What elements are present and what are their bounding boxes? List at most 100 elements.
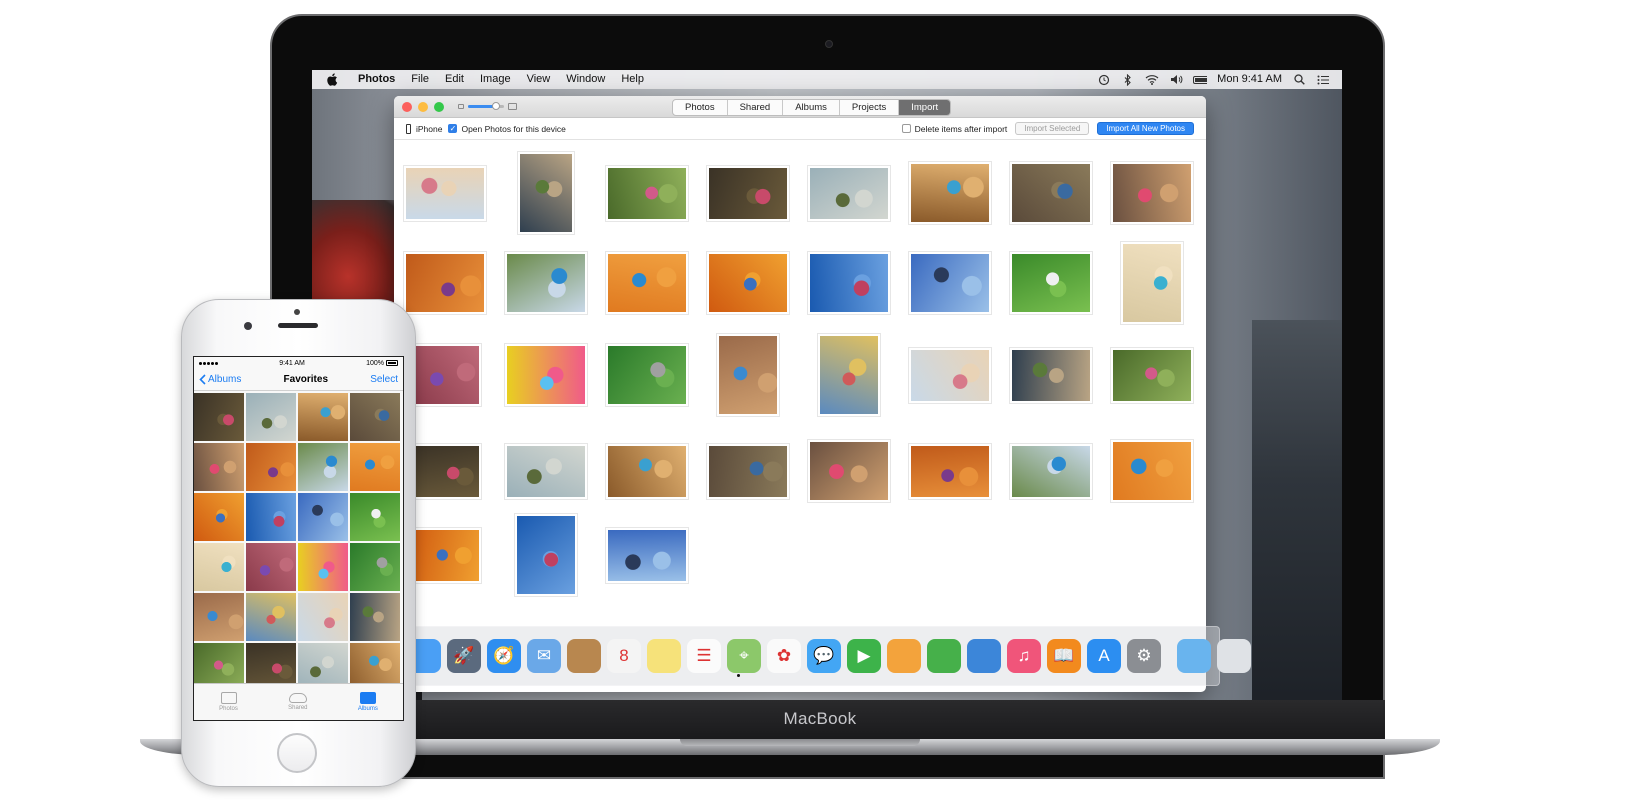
reminders-icon[interactable]: ☰: [687, 639, 721, 673]
home-button[interactable]: [277, 733, 317, 773]
import-thumbnail[interactable]: [409, 527, 481, 583]
favorite-thumbnail[interactable]: [246, 393, 296, 441]
import-thumbnail[interactable]: [505, 443, 587, 499]
import-thumbnail[interactable]: [404, 165, 486, 221]
favorite-thumbnail[interactable]: [194, 643, 244, 685]
import-thumbnail[interactable]: [606, 344, 688, 406]
favorite-thumbnail[interactable]: [298, 443, 348, 491]
import-thumbnail[interactable]: [909, 162, 991, 224]
apple-menu-icon[interactable]: [324, 73, 340, 87]
tab-albums[interactable]: Albums: [783, 100, 840, 115]
keynote-icon[interactable]: [967, 639, 1001, 673]
system-preferences-icon[interactable]: ⚙: [1127, 639, 1161, 673]
delete-after-option[interactable]: Delete items after import: [901, 124, 1007, 134]
import-thumbnail[interactable]: [1010, 443, 1092, 499]
notification-center-icon[interactable]: [1316, 74, 1330, 86]
favorite-thumbnail[interactable]: [350, 593, 400, 641]
menu-file[interactable]: File: [403, 70, 437, 89]
favorite-thumbnail[interactable]: [194, 493, 244, 541]
itunes-icon[interactable]: ♫: [1007, 639, 1041, 673]
open-photos-option[interactable]: ✓ Open Photos for this device: [448, 124, 566, 134]
wifi-icon[interactable]: [1145, 74, 1159, 86]
import-thumbnail[interactable]: [515, 514, 577, 596]
import-thumbnail[interactable]: [707, 165, 789, 221]
time-machine-icon[interactable]: [1097, 74, 1111, 86]
menu-image[interactable]: Image: [472, 70, 519, 89]
import-thumbnail[interactable]: [404, 252, 486, 314]
open-photos-checkbox[interactable]: ✓: [448, 124, 458, 133]
favorite-thumbnail[interactable]: [298, 643, 348, 685]
tab-albums[interactable]: Albums: [358, 692, 378, 712]
import-thumbnail[interactable]: [808, 165, 890, 221]
battery-icon[interactable]: [1193, 74, 1208, 86]
menu-view[interactable]: View: [519, 70, 559, 89]
favorite-thumbnail[interactable]: [246, 493, 296, 541]
favorite-thumbnail[interactable]: [246, 593, 296, 641]
tab-projects[interactable]: Projects: [840, 100, 900, 115]
favorite-thumbnail[interactable]: [194, 443, 244, 491]
import-thumbnail[interactable]: [808, 252, 890, 314]
close-button[interactable]: [402, 101, 412, 112]
import-thumbnail[interactable]: [1010, 162, 1092, 224]
photos-icon[interactable]: ✿: [767, 639, 801, 673]
thumbnail-size-slider[interactable]: [458, 102, 517, 110]
import-thumbnail[interactable]: [1111, 162, 1193, 224]
menu-window[interactable]: Window: [558, 70, 613, 89]
import-thumbnail[interactable]: [808, 440, 890, 502]
import-all-button[interactable]: Import All New Photos: [1097, 122, 1194, 135]
import-thumbnail[interactable]: [1121, 242, 1183, 324]
mail-icon[interactable]: ✉: [527, 639, 561, 673]
tab-import[interactable]: Import: [899, 100, 951, 115]
import-thumbnail[interactable]: [818, 334, 880, 416]
import-thumbnail[interactable]: [707, 252, 789, 314]
facetime-icon[interactable]: ▶: [847, 639, 881, 673]
favorite-thumbnail[interactable]: [298, 493, 348, 541]
select-button[interactable]: Select: [370, 374, 398, 385]
maps-icon[interactable]: ⌖: [727, 639, 761, 673]
import-thumbnail[interactable]: [518, 152, 574, 234]
favorite-thumbnail[interactable]: [350, 443, 400, 491]
favorite-thumbnail[interactable]: [194, 543, 244, 591]
menu-help[interactable]: Help: [613, 70, 652, 89]
menu-edit[interactable]: Edit: [437, 70, 472, 89]
favorite-thumbnail[interactable]: [350, 543, 400, 591]
slider-knob[interactable]: [492, 102, 500, 110]
import-thumbnail[interactable]: [909, 252, 991, 314]
slider-track[interactable]: [468, 102, 504, 110]
import-thumbnail[interactable]: [505, 252, 587, 314]
import-thumbnail[interactable]: [606, 443, 688, 499]
favorite-thumbnail[interactable]: [246, 543, 296, 591]
import-thumbnail[interactable]: [409, 443, 481, 499]
back-button[interactable]: Albums: [199, 374, 241, 385]
trash-icon[interactable]: [1217, 639, 1251, 673]
import-thumbnail[interactable]: [505, 344, 587, 406]
tab-photos[interactable]: Photos: [219, 692, 238, 712]
menu-clock[interactable]: Mon 9:41 AM: [1217, 70, 1282, 89]
favorite-thumbnail[interactable]: [350, 643, 400, 685]
volume-icon[interactable]: [1169, 74, 1183, 86]
zoom-button[interactable]: [434, 101, 444, 112]
import-thumbnail[interactable]: [717, 334, 779, 416]
import-thumbnail[interactable]: [606, 527, 688, 583]
notes-icon[interactable]: [647, 639, 681, 673]
tab-photos[interactable]: Photos: [673, 100, 728, 115]
import-thumbnail[interactable]: [1111, 440, 1193, 502]
import-thumbnail[interactable]: [606, 165, 688, 221]
downloads-folder-icon[interactable]: [1177, 639, 1211, 673]
import-thumbnail[interactable]: [707, 443, 789, 499]
messages-icon[interactable]: 💬: [807, 639, 841, 673]
import-thumbnail[interactable]: [1111, 347, 1193, 403]
favorite-thumbnail[interactable]: [194, 393, 244, 441]
app-store-icon[interactable]: A: [1087, 639, 1121, 673]
launchpad-icon[interactable]: 🚀: [447, 639, 481, 673]
menu-app-name[interactable]: Photos: [350, 70, 403, 89]
numbers-icon[interactable]: [927, 639, 961, 673]
bluetooth-icon[interactable]: [1121, 73, 1135, 86]
favorite-thumbnail[interactable]: [298, 393, 348, 441]
delete-after-checkbox[interactable]: [901, 124, 911, 133]
tab-shared[interactable]: Shared: [288, 693, 308, 711]
contacts-icon[interactable]: [567, 639, 601, 673]
favorite-thumbnail[interactable]: [298, 593, 348, 641]
favorite-thumbnail[interactable]: [298, 543, 348, 591]
import-thumbnail[interactable]: [1010, 347, 1092, 403]
